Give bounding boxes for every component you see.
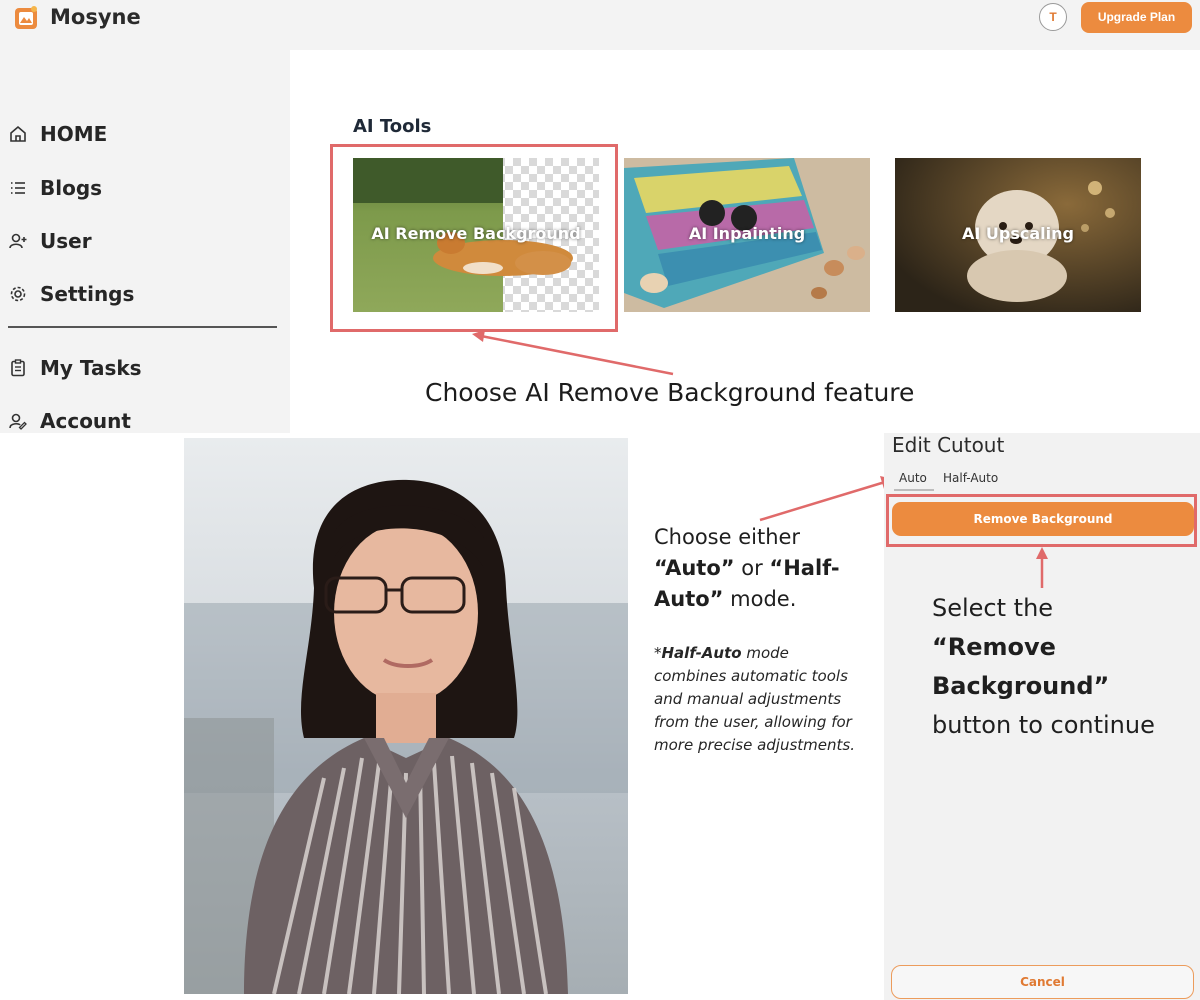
- brand-name: Mosyne: [50, 5, 141, 29]
- main-content: AI Tools AI Remove Background AI Inpaint…: [290, 50, 1200, 433]
- avatar[interactable]: T: [1039, 3, 1067, 31]
- note-bold: Half-Auto: [661, 644, 742, 662]
- mode-instruction: Choose either “Auto” or “Half-Auto” mode…: [654, 522, 869, 615]
- tab-auto[interactable]: Auto: [899, 471, 927, 485]
- logo-icon: [15, 6, 37, 29]
- sidebar-item-label: Settings: [40, 282, 135, 306]
- sidebar-item-label: HOME: [40, 122, 108, 146]
- app-header: Mosyne T Upgrade Plan: [0, 0, 1200, 50]
- tool-card-label: AI Inpainting: [688, 224, 806, 243]
- sidebar-item-home[interactable]: HOME: [8, 121, 107, 147]
- note-prefix: *: [654, 644, 662, 662]
- sidebar-item-account[interactable]: Account: [8, 408, 131, 434]
- edit-cutout-panel: Edit Cutout Auto Half-Auto Remove Backgr…: [884, 433, 1200, 1000]
- select-line1: Select the: [932, 594, 1054, 622]
- tool-card-label: AI Upscaling: [962, 224, 1074, 243]
- clipboard-icon: [11, 359, 25, 377]
- tab-half-auto[interactable]: Half-Auto: [943, 471, 998, 485]
- home-icon: [10, 125, 26, 142]
- user-edit-icon: [9, 413, 27, 430]
- tool-card-inpainting[interactable]: AI Inpainting: [624, 158, 870, 312]
- sidebar-item-label: Blogs: [40, 176, 103, 200]
- active-tab-indicator: [894, 489, 934, 491]
- sidebar-item-user[interactable]: User: [8, 228, 92, 254]
- sidebar-item-settings[interactable]: Settings: [8, 281, 134, 307]
- mode-or-text: or: [734, 556, 770, 580]
- mode-auto-label: “Auto”: [654, 556, 735, 580]
- tool-card-upscaling[interactable]: AI Upscaling: [895, 158, 1141, 312]
- gear-icon: [10, 286, 26, 302]
- mode-instruction-line1: Choose either: [654, 525, 801, 549]
- sidebar-item-label: My Tasks: [40, 356, 142, 380]
- sidebar: HOME Blogs User Settings My Tasks Accoun…: [0, 50, 290, 433]
- sample-portrait-photo: [184, 438, 628, 994]
- sidebar-divider: [8, 326, 277, 328]
- sidebar-item-label: Account: [40, 409, 131, 433]
- cancel-button[interactable]: Cancel: [891, 965, 1194, 999]
- half-auto-note: *Half-Auto mode combines automatic tools…: [654, 642, 859, 757]
- section-title: AI Tools: [353, 116, 432, 137]
- select-rest: button to continue: [932, 711, 1155, 739]
- highlight-remove-background-card: [330, 144, 618, 332]
- list-icon: [11, 182, 25, 194]
- user-add-icon: [9, 233, 27, 249]
- sidebar-item-blogs[interactable]: Blogs: [8, 175, 102, 201]
- panel-title: Edit Cutout: [892, 433, 1005, 457]
- remove-background-button[interactable]: Remove Background: [892, 502, 1194, 536]
- select-bold: “Remove Background”: [932, 633, 1110, 700]
- mode-end-text: mode.: [723, 587, 797, 611]
- upgrade-plan-button[interactable]: Upgrade Plan: [1081, 2, 1192, 33]
- remove-background-instruction: Select the “Remove Background” button to…: [932, 589, 1182, 745]
- sidebar-item-label: User: [40, 229, 92, 253]
- sidebar-item-my-tasks[interactable]: My Tasks: [8, 355, 142, 381]
- instruction-caption: Choose AI Remove Background feature: [425, 378, 915, 407]
